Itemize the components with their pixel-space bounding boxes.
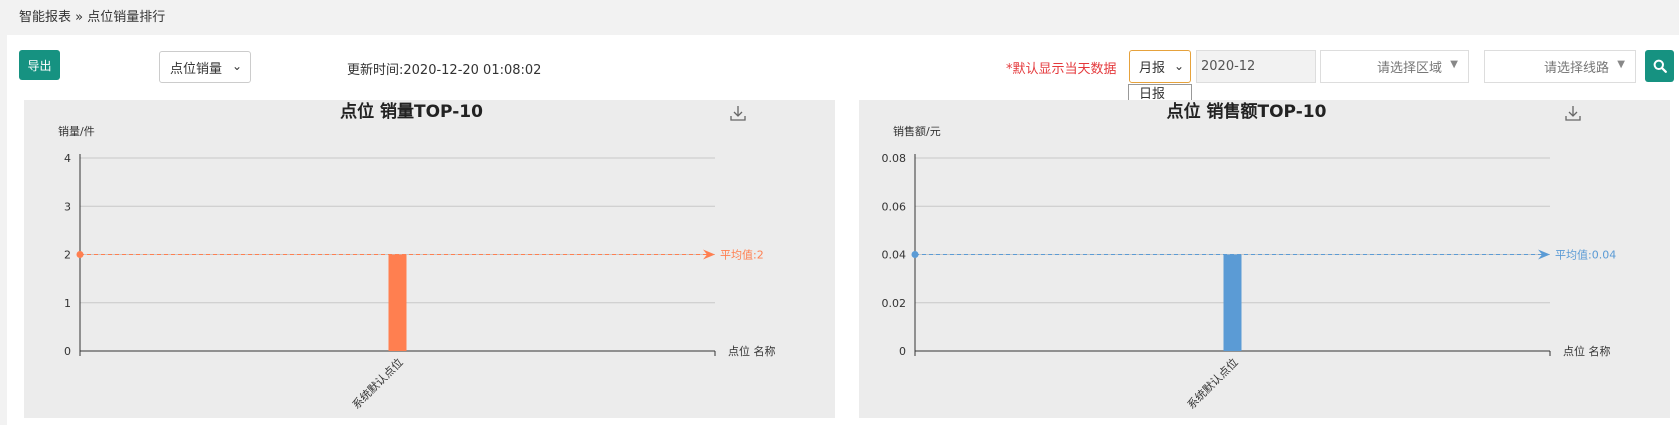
period-select-value: 月报 xyxy=(1139,61,1166,76)
sales-chart: 点位 销量TOP-10 销量/件 0 1 2 3 4 点位 名称系统默认点位 平均值:2 xyxy=(24,100,835,418)
y-tick-label: 0 xyxy=(899,345,906,358)
search-button[interactable] xyxy=(1645,50,1674,82)
region-select-placeholder: 请选择区域 xyxy=(1376,61,1442,76)
default-data-notice: *默认显示当天数据 xyxy=(1006,62,1117,77)
y-tick-label: 2 xyxy=(64,249,71,262)
y-tick-label: 0.02 xyxy=(882,297,907,310)
export-button[interactable]: 导出 xyxy=(19,50,60,80)
y-tick-label: 0.08 xyxy=(882,152,907,165)
y-tick-label: 3 xyxy=(64,200,71,213)
average-start-marker xyxy=(911,251,919,258)
search-icon xyxy=(1653,59,1667,73)
route-select-placeholder: 请选择线路 xyxy=(1543,61,1609,76)
chart-title: 点位 销售额TOP-10 xyxy=(1167,101,1327,122)
average-start-marker xyxy=(76,251,84,258)
y-tick-label: 4 xyxy=(64,152,71,165)
period-select[interactable]: 月报 ⌄ xyxy=(1129,50,1191,83)
route-select[interactable]: 请选择线路 ▼ xyxy=(1484,50,1636,83)
metric-select-value: 点位销量 xyxy=(170,61,223,77)
y-tick-label: 0.06 xyxy=(882,200,907,213)
y-tick-label: 1 xyxy=(64,297,71,310)
x-tick-label: 系统默认点位 xyxy=(1184,355,1241,412)
chart-svg: 点位 销售额TOP-10 销售额/元 0 0.02 0.04 0.06 0.08 点位 名称系… xyxy=(882,101,1617,412)
date-input[interactable]: 2020-12 xyxy=(1196,50,1316,83)
y-tick-label: 0 xyxy=(64,345,71,358)
x-tick-label: 系统默认点位 xyxy=(349,355,406,412)
update-time: 更新时间:2020-12-20 01:08:02 xyxy=(347,63,542,78)
average-label: 平均值:0.04 xyxy=(1555,249,1616,262)
breadcrumb: 智能报表 » 点位销量排行 xyxy=(19,10,166,25)
region-select[interactable]: 请选择区域 ▼ xyxy=(1320,50,1469,83)
y-axis-label: 销量/件 xyxy=(58,124,95,138)
amount-chart: 点位 销售额TOP-10 销售额/元 0 0.02 0.04 0.06 0.08 点位 名称系… xyxy=(859,100,1670,418)
download-icon xyxy=(730,106,746,121)
y-axis-label: 销售额/元 xyxy=(893,124,941,138)
chart-title: 点位 销量TOP-10 xyxy=(340,101,483,122)
caret-down-icon: ▼ xyxy=(1617,59,1625,70)
x-axis-label: 点位 名称 xyxy=(728,344,776,358)
average-label: 平均值:2 xyxy=(720,249,764,262)
metric-select[interactable]: 点位销量 ⌄ xyxy=(159,51,251,83)
y-tick-label: 0.04 xyxy=(882,249,907,262)
caret-down-icon: ▼ xyxy=(1450,59,1458,70)
bar xyxy=(388,254,407,351)
chevron-down-icon: ⌄ xyxy=(1173,59,1184,73)
chart-svg: 点位 销量TOP-10 销量/件 0 1 2 3 4 点位 名称系统默认点位 平均值:2 xyxy=(58,101,776,412)
download-icon xyxy=(1565,106,1581,121)
x-axis-label: 点位 名称 xyxy=(1563,344,1611,358)
chevron-down-icon: ⌄ xyxy=(231,59,242,73)
bar xyxy=(1223,254,1242,351)
